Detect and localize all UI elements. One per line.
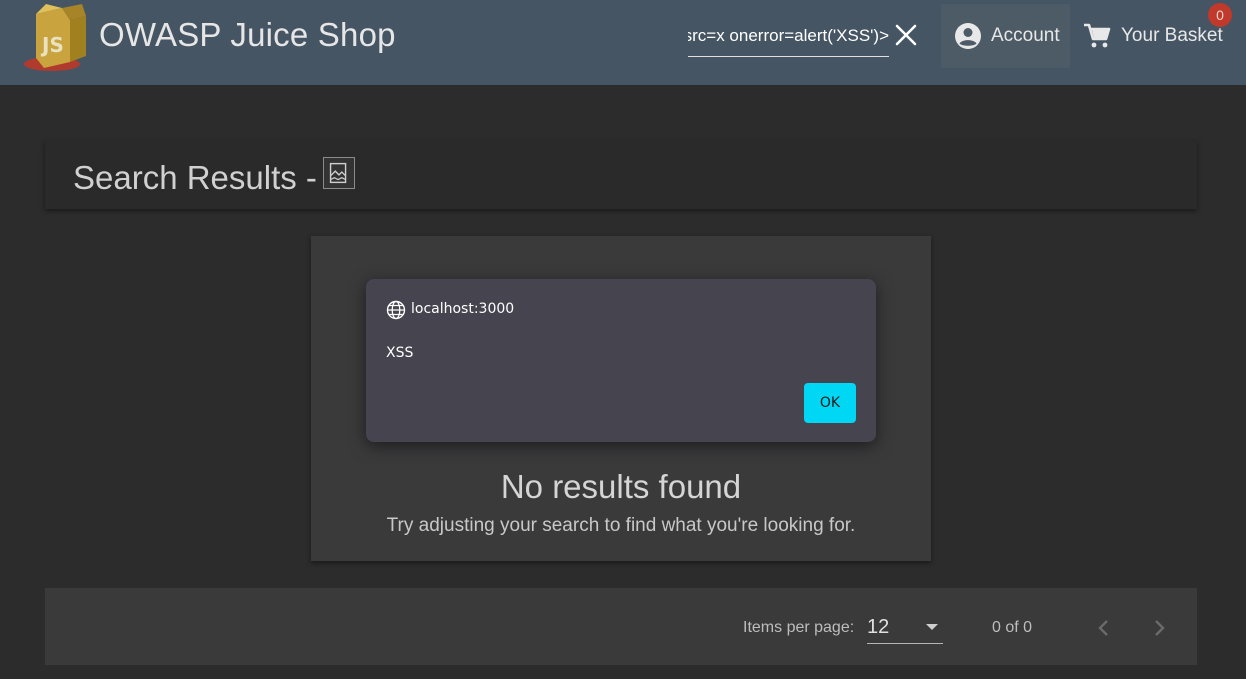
alert-message: XSS (386, 345, 414, 361)
ok-button[interactable]: OK (804, 383, 856, 423)
paginator: Items per page: 12 0 of 0 (45, 588, 1197, 665)
app-title[interactable]: OWASP Juice Shop (99, 16, 396, 54)
items-per-page-value[interactable]: 12 (867, 616, 889, 639)
search-results-heading-card: Search Results - (45, 141, 1197, 209)
alert-origin: localhost:3000 (411, 301, 515, 317)
alert-dialog: localhost:3000 XSS OK (366, 279, 876, 442)
no-results-title: No results found (500, 468, 742, 505)
items-per-page-select[interactable]: 12 (867, 613, 943, 644)
svg-text:JS: JS (40, 33, 64, 57)
no-results-subtitle: Try adjusting your search to find what y… (386, 515, 856, 536)
dropdown-arrow-icon[interactable] (926, 624, 938, 630)
basket-count-badge: 0 (1208, 3, 1232, 27)
broken-image-icon (323, 157, 355, 189)
account-circle-icon (955, 23, 981, 49)
search-input-value[interactable]: <img src=x onerror=alert('XSS')> (688, 26, 889, 46)
page-range-label: 0 of 0 (992, 619, 1033, 636)
account-button[interactable]: Account (941, 4, 1070, 68)
page-title: Search Results - (73, 159, 317, 196)
account-label: Account (991, 25, 1060, 46)
basket-label: Your Basket (1121, 25, 1223, 46)
next-page-button[interactable] (1145, 614, 1173, 642)
top-toolbar: JS OWASP Juice Shop <img src=x onerror=a… (0, 0, 1246, 85)
previous-page-button[interactable] (1090, 614, 1118, 642)
search-input[interactable]: <img src=x onerror=alert('XSS')> (688, 22, 889, 57)
globe-icon (386, 300, 406, 320)
shopping-cart-icon (1084, 23, 1111, 48)
juice-shop-logo[interactable]: JS (22, 0, 88, 74)
items-per-page-label: Items per page: (743, 619, 855, 636)
close-icon[interactable] (893, 22, 919, 48)
